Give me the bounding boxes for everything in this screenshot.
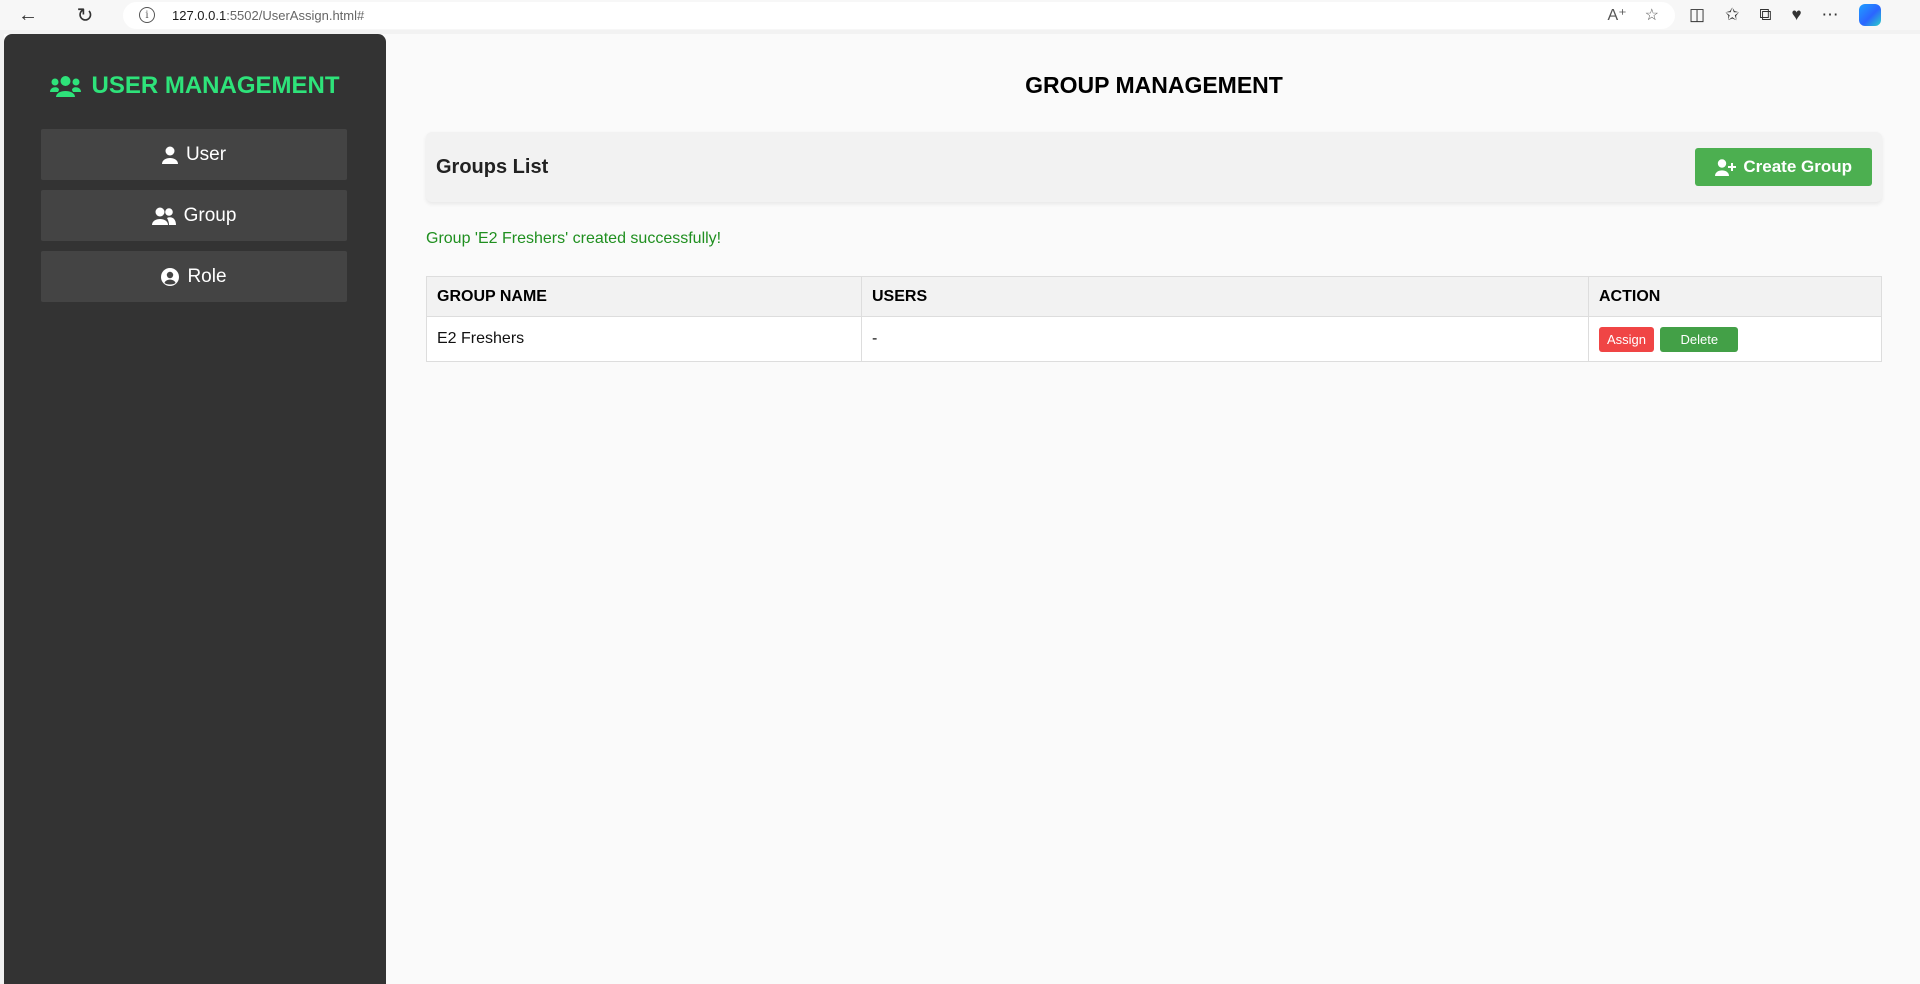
url-path: :5502/UserAssign.html# [226, 7, 365, 23]
sidebar-item-role[interactable]: Role [41, 251, 347, 302]
sidebar: USER MANAGEMENT User Group Role [4, 34, 386, 984]
sidebar-item-label: Group [183, 204, 237, 226]
delete-button[interactable]: Delete [1660, 326, 1739, 352]
favorite-star-icon[interactable]: ☆ [1645, 5, 1659, 25]
sidebar-menu: User Group Role [4, 129, 386, 302]
reload-icon[interactable]: ↻ [70, 0, 100, 30]
brand: USER MANAGEMENT [4, 72, 386, 100]
main-content: GROUP MANAGEMENT Groups List Create Grou… [386, 34, 1920, 984]
user-circle-icon [161, 267, 180, 286]
brand-title: USER MANAGEMENT [91, 72, 340, 99]
sidebar-item-group[interactable]: Group [41, 190, 347, 241]
cell-group-name: E2 Freshers [426, 316, 862, 362]
favorites-icon[interactable]: ✩ [1725, 5, 1739, 25]
app-container: USER MANAGEMENT User Group Role GROUP MA… [4, 34, 1920, 984]
info-icon[interactable]: i [139, 7, 155, 23]
create-group-button[interactable]: Create Group [1695, 148, 1872, 186]
groups-list-title: Groups List [436, 155, 549, 178]
sidebar-item-label: Role [187, 265, 227, 287]
url-host: 127.0.0.1 [172, 7, 227, 23]
back-icon[interactable]: ← [13, 0, 43, 30]
more-menu-icon[interactable]: ⋯ [1822, 5, 1839, 25]
header-group-name: GROUP NAME [426, 276, 862, 317]
table-header-row: GROUP NAME USERS ACTION [426, 276, 1882, 317]
groups-list-header: Groups List Create Group [426, 132, 1882, 202]
browser-toolbar: ← ↻ i 127.0.0.1:5502/UserAssign.html# A⁺… [0, 0, 1920, 30]
sidebar-item-user[interactable]: User [41, 129, 347, 180]
cell-users: - [861, 316, 1589, 362]
read-aloud-icon[interactable]: A⁺ [1608, 5, 1627, 25]
collections-icon[interactable]: ⧉ [1759, 5, 1771, 25]
page-title: GROUP MANAGEMENT [1025, 72, 1283, 98]
assign-button[interactable]: Assign [1599, 326, 1655, 352]
sidebar-item-label: User [185, 143, 227, 165]
address-bar[interactable]: i 127.0.0.1:5502/UserAssign.html# A⁺ ☆ [123, 1, 1675, 29]
success-message: Group 'E2 Freshers' created successfully… [426, 230, 722, 247]
user-plus-icon [1715, 158, 1737, 176]
split-screen-icon[interactable]: ◫ [1689, 5, 1705, 25]
groups-table: GROUP NAME USERS ACTION E2 Freshers - As… [426, 276, 1882, 362]
users-icon [151, 207, 176, 225]
copilot-icon[interactable] [1858, 4, 1881, 26]
create-group-label: Create Group [1743, 157, 1852, 176]
table-row: E2 Freshers - Assign Delete [426, 316, 1882, 362]
cell-actions: Assign Delete [1588, 316, 1882, 362]
header-users: USERS [861, 276, 1589, 317]
users-cog-icon [50, 76, 82, 97]
header-action: ACTION [1588, 276, 1882, 317]
browser-essentials-icon[interactable]: ♥ [1791, 5, 1801, 25]
user-icon [161, 146, 178, 164]
